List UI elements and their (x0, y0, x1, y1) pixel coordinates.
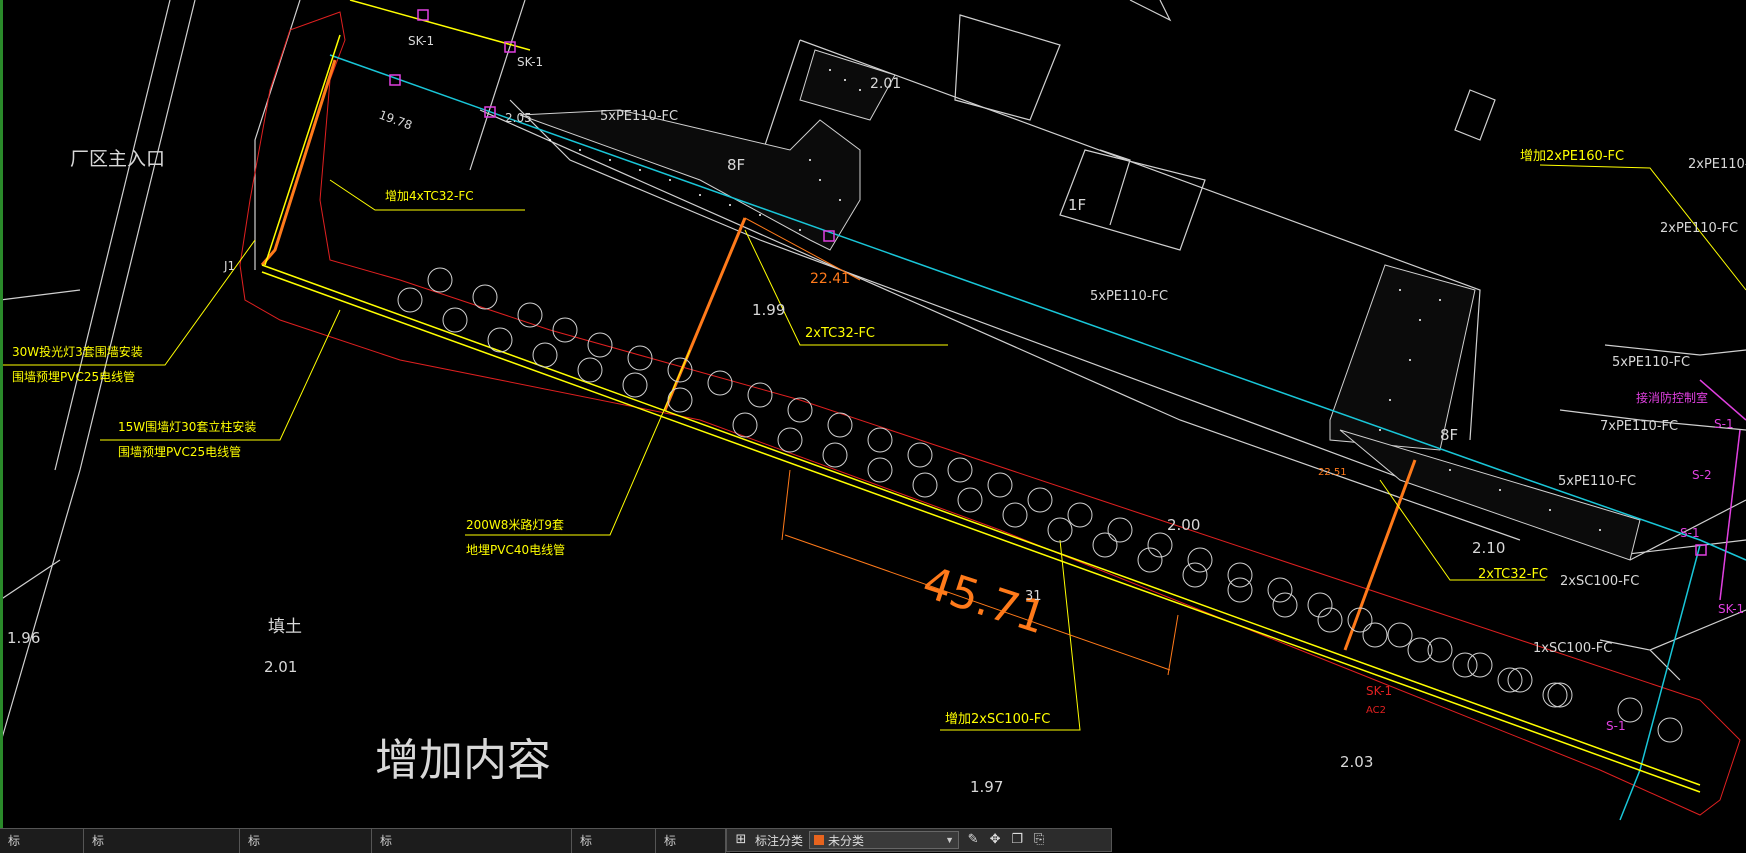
planting-beds (519, 49, 1641, 561)
label-ac2: AC2 (1366, 705, 1386, 716)
label-s1c: S-1 (1606, 719, 1626, 733)
label-pe110-5r2: 5xPE110-FC (1558, 474, 1636, 489)
bottom-tab-3[interactable]: 标 (240, 829, 372, 853)
label-add-pe160: 增加2xPE160-FC (1520, 149, 1624, 164)
label-sk1-d: SK-1 (1718, 602, 1744, 616)
bottom-tab-4[interactable]: 标 (372, 829, 572, 853)
annotation-category-label: 标注分类 (755, 833, 804, 848)
viewport-border (0, 0, 3, 828)
label-sk1-a: SK-1 (408, 34, 434, 48)
category-color-swatch (814, 835, 825, 845)
bottom-tab-6[interactable]: 标 (656, 829, 726, 853)
label-light200-1: 200W8米路灯9套 (466, 517, 564, 532)
label-s1b: S-1 (1680, 526, 1700, 540)
yellow-pipes (261, 0, 1701, 793)
label-elev-197: 1.97 (970, 778, 1003, 796)
cyan-pipe (329, 54, 1746, 561)
label-dim-1978: 19.78 (377, 108, 414, 133)
cad-drawing-canvas[interactable]: 厂区主入口 5xPE110-FC 增加4xTC32-FC 8F 8F 1F 2x… (0, 0, 1746, 852)
label-light30-1: 30W投光灯3套围墙安装 (12, 344, 143, 359)
label-tc32-a: 2xTC32-FC (805, 326, 875, 341)
annotation-category-select[interactable]: 未分类 ▼ (809, 831, 960, 849)
label-sc100-1: 1xSC100-FC (1533, 641, 1612, 656)
label-add-sc100: 增加2xSC100-FC (945, 712, 1050, 727)
label-tc32-b: 2xTC32-FC (1478, 567, 1548, 582)
label-floor-1f: 1F (1068, 196, 1086, 214)
label-added-content: 增加内容 (375, 735, 551, 786)
label-pe110-2a: 2xPE110- (1688, 157, 1746, 172)
paste-icon[interactable]: ⎘ (1031, 832, 1047, 848)
copy-icon[interactable]: ❐ (1009, 832, 1025, 848)
edit-icon[interactable]: ✎ (965, 832, 981, 848)
label-elev-201: 2.01 (264, 658, 297, 676)
label-dim-2251: 22.51 (1318, 467, 1347, 478)
label-pe110-7: 7xPE110-FC (1600, 419, 1678, 434)
grid-icon[interactable]: ⊞ (733, 832, 749, 848)
annotation-category-value: 未分类 (828, 833, 865, 848)
label-j1: J1 (223, 259, 235, 273)
label-light15-2: 围墙预埋PVC25电线管 (118, 444, 241, 459)
label-magenta-note: 接消防控制室 (1636, 390, 1708, 405)
label-s1: S-1 (1714, 417, 1734, 431)
label-pe110-2b: 2xPE110-FC (1660, 221, 1738, 236)
label-light200-2: 地埋PVC40电线管 (466, 542, 565, 557)
label-sk1-c: SK-1 (1366, 684, 1392, 698)
label-pe110-5r: 5xPE110-FC (1612, 355, 1690, 370)
label-elev-210: 2.10 (1472, 539, 1505, 557)
label-light30-2: 围墙预埋PVC25电线管 (12, 369, 135, 384)
label-fill: 填土 (268, 617, 302, 637)
label-main-entrance: 厂区主入口 (70, 148, 165, 170)
label-elev-199: 1.99 (752, 301, 785, 319)
label-dim-2241: 22.41 (810, 271, 850, 287)
label-elev-200: 2.00 (1167, 516, 1200, 534)
bottom-tab-5[interactable]: 标 (572, 829, 656, 853)
label-elev-205: 2.05 (505, 111, 532, 125)
label-sc100-2: 2xSC100-FC (1560, 574, 1639, 589)
label-elev-196: 1.96 (7, 629, 40, 647)
label-elev-201b: 2.01 (870, 76, 901, 92)
annotation-toolbar: ⊞ 标注分类 未分类 ▼ ✎ ✥ ❐ ⎘ (726, 828, 1112, 852)
yellow-leaders (0, 164, 1746, 731)
red-boundary (239, 11, 1741, 816)
label-sk1-b: SK-1 (517, 55, 543, 69)
label-pe110-mid: 5xPE110-FC (1090, 289, 1168, 304)
move-icon[interactable]: ✥ (987, 832, 1003, 848)
bottom-tab-bar: 标 标 标 标 标 标 (0, 828, 730, 853)
label-pe110-top: 5xPE110-FC (600, 109, 678, 124)
label-elev-203: 2.03 (1340, 753, 1373, 771)
label-s2: S-2 (1692, 468, 1712, 482)
label-floor-8f-a: 8F (727, 156, 745, 174)
label-add-tc32: 增加4xTC32-FC (385, 189, 474, 203)
chevron-down-icon: ▼ (945, 835, 955, 845)
label-floor-8f-b: 8F (1440, 426, 1458, 444)
drawing-labels: 厂区主入口 5xPE110-FC 增加4xTC32-FC 8F 8F 1F 2x… (7, 34, 1746, 796)
bottom-tab-1[interactable]: 标 (0, 829, 84, 853)
label-light15-1: 15W围墙灯30套立柱安装 (118, 419, 256, 434)
label-scale-31: 31 (1025, 589, 1042, 604)
bottom-tab-2[interactable]: 标 (84, 829, 240, 853)
